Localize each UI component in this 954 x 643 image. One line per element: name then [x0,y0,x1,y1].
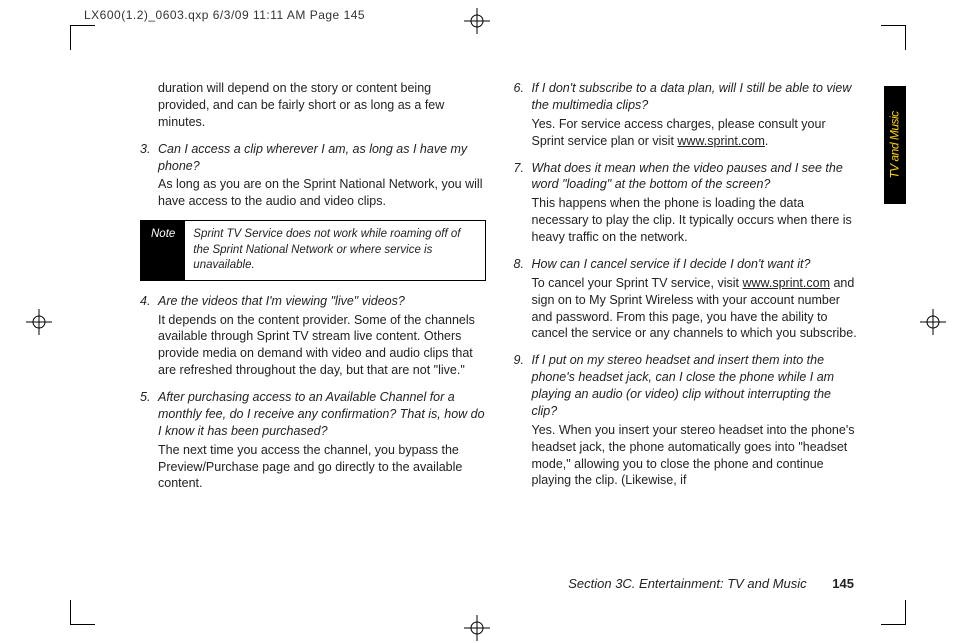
faq-question: After purchasing access to an Available … [158,389,486,440]
faq-item-8: 8. How can I cancel service if I decide … [514,256,860,342]
faq-number: 8. [514,256,532,273]
column-left: duration will depend on the story or con… [140,80,486,583]
faq-answer: To cancel your Sprint TV service, visit … [532,275,860,343]
registration-mark-top [464,8,490,34]
faq-answer: This happens when the phone is loading t… [532,195,860,246]
faq-item-5: 5. After purchasing access to an Availab… [140,389,486,492]
section-title: Section 3C. Entertainment: TV and Music [568,576,806,591]
registration-mark-left [26,309,52,335]
answer-text: . [765,134,768,148]
faq-item-9: 9. If I put on my stereo headset and ins… [514,352,860,489]
registration-mark-bottom [464,615,490,641]
page-footer: Section 3C. Entertainment: TV and Music … [568,576,854,591]
note-text: Sprint TV Service does not work while ro… [185,221,484,280]
faq-answer: Yes. For service access charges, please … [532,116,860,150]
faq-question: How can I cancel service if I decide I d… [532,256,860,273]
faq-answer: As long as you are on the Sprint Nationa… [158,176,486,210]
faq-number: 6. [514,80,532,97]
note-box: Note Sprint TV Service does not work whi… [140,220,486,281]
faq-item-3: 3. Can I access a clip wherever I am, as… [140,141,486,211]
page-number: 145 [832,576,854,591]
crop-mark-bottom-right [881,600,906,625]
faq-answer: The next time you access the channel, yo… [158,442,486,493]
faq-question: Are the videos that I'm viewing "live" v… [158,293,486,310]
faq-number: 4. [140,293,158,310]
faq-question: What does it mean when the video pauses … [532,160,860,194]
crop-mark-top-left [70,25,95,50]
faq-number: 5. [140,389,158,406]
column-right: 6. If I don't subscribe to a data plan, … [514,80,860,583]
faq-question: If I don't subscribe to a data plan, wil… [532,80,860,114]
faq-item-7: 7. What does it mean when the video paus… [514,160,860,246]
print-header: LX600(1.2)_0603.qxp 6/3/09 11:11 AM Page… [84,8,365,22]
crop-mark-top-right [881,25,906,50]
faq-answer: It depends on the content provider. Some… [158,312,486,380]
crop-mark-bottom-left [70,600,95,625]
faq-question: Can I access a clip wherever I am, as lo… [158,141,486,175]
faq-number: 9. [514,352,532,369]
faq-2-answer-continued: duration will depend on the story or con… [158,80,486,131]
faq-answer: Yes. When you insert your stereo headset… [532,422,860,490]
faq-number: 3. [140,141,158,158]
page-content: duration will depend on the story or con… [140,80,859,583]
section-tab: TV and Music [884,86,906,204]
faq-number: 7. [514,160,532,177]
note-label: Note [141,221,185,280]
faq-question: If I put on my stereo headset and insert… [532,352,860,420]
section-tab-label: TV and Music [888,111,902,178]
link-sprint: www.sprint.com [677,134,765,148]
link-sprint: www.sprint.com [742,276,830,290]
registration-mark-right [920,309,946,335]
answer-text: To cancel your Sprint TV service, visit [532,276,743,290]
faq-item-6: 6. If I don't subscribe to a data plan, … [514,80,860,150]
faq-item-4: 4. Are the videos that I'm viewing "live… [140,293,486,379]
